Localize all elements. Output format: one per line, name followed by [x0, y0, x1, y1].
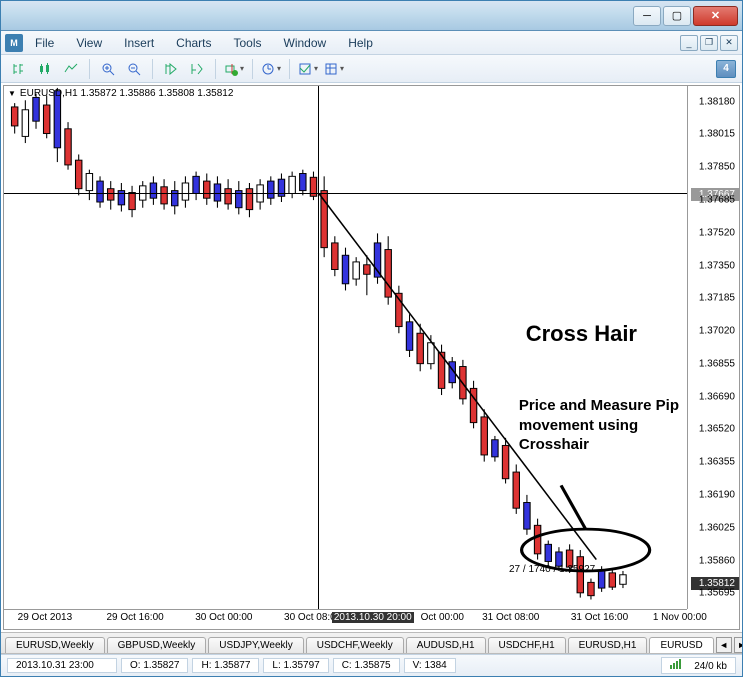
chart-tabs: EURUSD,WeeklyGBPUSD,WeeklyUSDJPY,WeeklyU…: [1, 632, 742, 654]
time-tick: 29 Oct 16:00: [106, 612, 163, 623]
toolbar: 4: [1, 55, 742, 83]
mdi-close-button[interactable]: ✕: [720, 35, 738, 51]
tab-scroll-left[interactable]: ◄: [716, 637, 732, 653]
candlestick-plot: [4, 86, 687, 609]
chart-tab[interactable]: AUDUSD,H1: [406, 637, 486, 653]
price-tick: 1.37685: [699, 195, 735, 206]
price-tick: 1.37850: [699, 162, 735, 173]
menu-window[interactable]: Window: [274, 33, 337, 53]
chart-title: EURUSD,H1 1.35872 1.35886 1.35808 1.3581…: [8, 88, 233, 99]
status-high: H: 1.35877: [192, 658, 259, 673]
menu-insert[interactable]: Insert: [114, 33, 164, 53]
price-tick: 1.36025: [699, 522, 735, 533]
price-tick: 1.37520: [699, 227, 735, 238]
price-tick: 1.38015: [699, 129, 735, 140]
time-tick: 31 Oct 08:00: [482, 612, 539, 623]
status-connection[interactable]: 24/0 kb: [661, 657, 736, 674]
chart-tab[interactable]: EURUSD: [649, 637, 713, 654]
menu-help[interactable]: Help: [338, 33, 383, 53]
chart-shift-button[interactable]: [185, 58, 209, 80]
bar-chart-button[interactable]: [7, 58, 31, 80]
menu-tools[interactable]: Tools: [224, 33, 272, 53]
status-volume: V: 1384: [404, 658, 456, 673]
mdi-restore-button[interactable]: ❐: [700, 35, 718, 51]
price-tick: 1.36520: [699, 424, 735, 435]
chart-tab[interactable]: USDJPY,Weekly: [208, 637, 304, 653]
price-tick: 1.38180: [699, 96, 735, 107]
templates-button[interactable]: [296, 58, 320, 80]
mdi-minimize-button[interactable]: _: [680, 35, 698, 51]
time-tick: 30 Oct 00:00: [195, 612, 252, 623]
crosshair-vertical: [318, 86, 319, 609]
status-open: O: 1.35827: [121, 658, 188, 673]
plot-area[interactable]: Cross Hair Price and Measure Pip movemen…: [4, 86, 687, 609]
price-tick: 1.37185: [699, 293, 735, 304]
line-chart-button[interactable]: [59, 58, 83, 80]
price-axis: 1.37667 1.35812 1.381801.380151.378501.3…: [687, 86, 739, 609]
price-tick: 1.36690: [699, 391, 735, 402]
app-window: ─ ▢ ✕ M File View Insert Charts Tools Wi…: [0, 0, 743, 677]
status-close: C: 1.35875: [333, 658, 400, 673]
price-tick: 1.36355: [699, 457, 735, 468]
zoom-out-button[interactable]: [122, 58, 146, 80]
crosshair-readout: 27 / 1740 / 1.35927: [509, 564, 595, 575]
chart-tab[interactable]: USDCHF,H1: [488, 637, 566, 653]
chart-tab[interactable]: GBPUSD,Weekly: [107, 637, 207, 653]
zoom-in-button[interactable]: [96, 58, 120, 80]
profile-button[interactable]: [322, 58, 346, 80]
price-tick: 1.36855: [699, 358, 735, 369]
statusbar: 2013.10.31 23:00 O: 1.35827 H: 1.35877 L…: [1, 654, 742, 676]
maximize-button[interactable]: ▢: [663, 6, 691, 26]
chart-tab[interactable]: USDCHF,Weekly: [306, 637, 404, 653]
time-tick: 1 Nov 00:00: [653, 612, 707, 623]
menu-file[interactable]: File: [25, 33, 64, 53]
tab-scroll-right[interactable]: ►: [734, 637, 742, 653]
price-tick: 1.37020: [699, 326, 735, 337]
time-axis: 29 Oct 201329 Oct 16:0030 Oct 00:0030 Oc…: [4, 609, 687, 629]
time-tick: 31 Oct 16:00: [571, 612, 628, 623]
price-tick: 1.35860: [699, 555, 735, 566]
periodicity-button[interactable]: [259, 58, 283, 80]
price-tick: 1.36190: [699, 489, 735, 500]
price-tick: 1.37350: [699, 260, 735, 271]
menu-charts[interactable]: Charts: [166, 33, 221, 53]
candle-chart-button[interactable]: [33, 58, 57, 80]
app-icon: M: [5, 34, 23, 52]
close-button[interactable]: ✕: [693, 6, 738, 26]
chart-window[interactable]: EURUSD,H1 1.35872 1.35886 1.35808 1.3581…: [3, 85, 740, 630]
annotation-title: Cross Hair: [526, 321, 637, 347]
titlebar: ─ ▢ ✕: [1, 1, 742, 31]
price-tick: 1.35695: [699, 588, 735, 599]
time-tick: 29 Oct 2013: [18, 612, 72, 623]
status-datetime: 2013.10.31 23:00: [7, 658, 117, 673]
period-badge[interactable]: 4: [716, 60, 736, 78]
line-horizontal: [4, 193, 687, 194]
autoscroll-button[interactable]: [159, 58, 183, 80]
minimize-button[interactable]: ─: [633, 6, 661, 26]
menubar: M File View Insert Charts Tools Window H…: [1, 31, 742, 55]
indicators-button[interactable]: [222, 58, 246, 80]
chart-tab[interactable]: EURUSD,Weekly: [5, 637, 105, 653]
chart-tab[interactable]: EURUSD,H1: [568, 637, 648, 653]
annotation-text: Price and Measure Pip movement using Cro…: [519, 396, 679, 455]
menu-view[interactable]: View: [66, 33, 112, 53]
status-low: L: 1.35797: [263, 658, 328, 673]
time-tick: 2013.10.30 20:00: [332, 612, 414, 623]
time-tick: Oct 00:00: [421, 612, 464, 623]
